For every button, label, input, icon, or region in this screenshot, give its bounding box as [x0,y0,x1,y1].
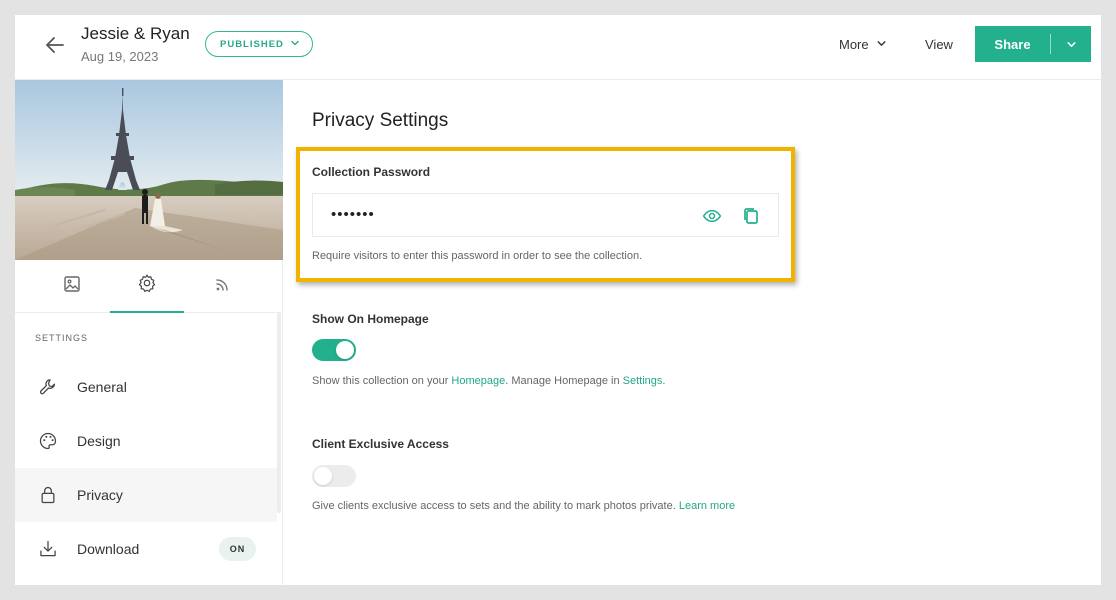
gear-icon [137,273,157,298]
help-text: . Manage Homepage in [505,375,623,387]
status-badge: ON [219,537,256,561]
share-button[interactable]: Share [975,26,1091,62]
sidebar-item-label: Download [77,541,140,557]
sidebar-item-general[interactable]: General [15,360,277,414]
image-icon [63,275,81,298]
tab-photos[interactable] [35,260,109,313]
tab-settings[interactable] [110,260,184,313]
homepage-toggle[interactable] [312,339,356,361]
sidebar-item-download[interactable]: Download ON [15,522,277,576]
help-text: Show this collection on your [312,375,452,387]
homepage-link[interactable]: Homepage [451,375,505,387]
sidebar-item-label: Design [77,433,121,449]
app-window: Jessie & Ryan Aug 19, 2023 PUBLISHED Mor… [15,15,1101,585]
settings-section-label: SETTINGS [35,333,89,343]
password-value[interactable]: ••••••• [331,206,375,223]
chevron-down-icon [290,38,300,51]
learn-more-link[interactable]: Learn more [679,500,735,512]
share-dropdown-chevron-icon[interactable] [1051,39,1091,50]
share-label: Share [994,36,1031,52]
cover-photo[interactable] [15,80,283,260]
top-bar: Jessie & Ryan Aug 19, 2023 PUBLISHED Mor… [15,15,1101,80]
more-menu-button[interactable]: More [839,37,887,52]
client-access-label: Client Exclusive Access [312,437,449,451]
homepage-label: Show On Homepage [312,312,429,326]
view-button[interactable]: View [925,37,953,52]
password-help-text: Require visitors to enter this password … [312,250,643,262]
settings-link[interactable]: Settings [623,375,663,387]
password-label: Collection Password [312,165,431,179]
help-text: . [662,375,666,387]
page-title: Privacy Settings [312,110,449,131]
homepage-help-text: Show this collection on your Homepage. M… [312,375,665,387]
sidebar-scrollbar[interactable] [277,313,281,513]
sidebar-item-design[interactable]: Design [15,414,277,468]
sidebar-item-label: General [77,379,127,395]
toggle-knob [314,467,332,485]
copy-icon[interactable] [742,206,760,226]
tab-feed[interactable] [186,260,260,313]
password-field[interactable]: ••••••• [312,193,779,237]
collection-date: Aug 19, 2023 [81,49,159,64]
back-arrow-icon[interactable] [43,33,67,57]
palette-icon [37,430,59,452]
collection-title: Jessie & Ryan [81,24,190,43]
published-status-button[interactable]: PUBLISHED [205,31,313,57]
client-access-toggle[interactable] [312,465,356,487]
sidebar-item-label: Privacy [77,487,123,503]
lock-icon [37,484,59,506]
eye-icon[interactable] [702,206,722,226]
status-label: PUBLISHED [220,38,284,50]
rss-icon [214,275,232,298]
download-icon [37,538,59,560]
sidebar: SETTINGS General Design Privacy Download [15,80,283,585]
sidebar-tabs [15,260,283,313]
client-access-help-text: Give clients exclusive access to sets an… [312,500,735,512]
chevron-down-icon [876,37,887,52]
sidebar-item-privacy[interactable]: Privacy [15,468,277,522]
toggle-knob [336,341,354,359]
more-label: More [839,37,869,52]
wrench-icon [37,376,59,398]
help-text: Give clients exclusive access to sets an… [312,500,676,512]
